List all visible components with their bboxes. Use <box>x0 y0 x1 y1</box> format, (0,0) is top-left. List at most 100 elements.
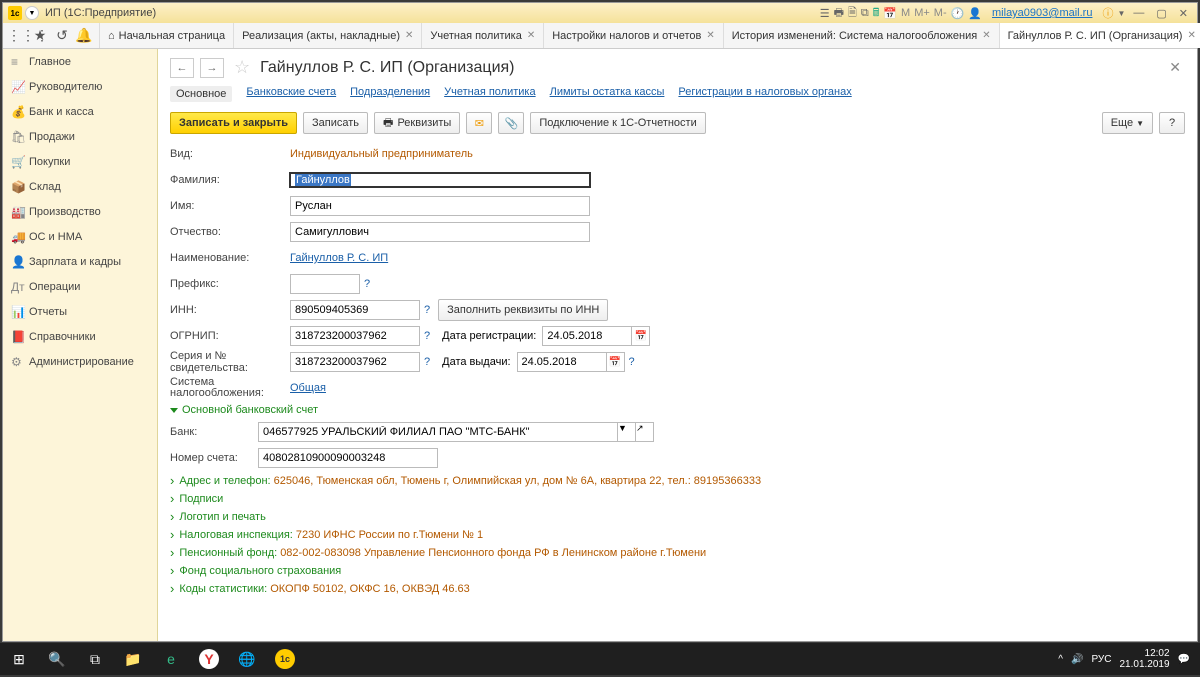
save-close-button[interactable]: Записать и закрыть <box>170 112 297 134</box>
subtab-policy[interactable]: Учетная политика <box>444 86 535 102</box>
close-icon[interactable]: ✕ <box>706 30 714 41</box>
search-icon[interactable]: 🔍 <box>38 643 76 675</box>
tab-uchet[interactable]: Учетная политика✕ <box>422 23 544 48</box>
requisites-button[interactable]: 🖶Реквизиты <box>374 112 460 134</box>
calendar-icon[interactable]: 📅 <box>883 7 897 20</box>
star-icon[interactable]: ★ <box>29 27 51 44</box>
subtab-main[interactable]: Основное <box>170 86 232 102</box>
tab-realizacia[interactable]: Реализация (акты, накладные)✕ <box>234 23 422 48</box>
compare-icon[interactable]: ⧉ <box>861 7 869 20</box>
nav-back-button[interactable]: ← <box>170 58 194 78</box>
1c-icon[interactable]: 1c <box>266 643 304 675</box>
section-nalog[interactable]: Налоговая инспекция:7230 ИФНС России по … <box>170 527 1185 542</box>
doc-icon[interactable]: 🗎 <box>848 4 857 23</box>
section-address[interactable]: Адрес и телефон:625046, Тюменская обл, Т… <box>170 473 1185 488</box>
section-pension[interactable]: Пенсионный фонд:082-002-083098 Управлени… <box>170 545 1185 560</box>
m-plus-icon[interactable]: M+ <box>914 7 930 19</box>
inn-input[interactable] <box>290 300 420 320</box>
mail-button[interactable]: ✉ <box>466 112 492 134</box>
app-menu-dropdown[interactable]: ▼ <box>25 6 39 20</box>
calc-icon[interactable]: 🖩 <box>873 4 880 23</box>
help-icon[interactable]: ? <box>364 278 370 290</box>
minimize-icon[interactable]: — <box>1129 7 1148 19</box>
sidebar-item-reports[interactable]: 📊Отчеты <box>3 299 157 324</box>
m-icon[interactable]: M <box>901 7 910 19</box>
sidebar-item-sklad[interactable]: 📦Склад <box>3 174 157 199</box>
section-fss[interactable]: Фонд социального страхования <box>170 563 1185 578</box>
sidebar-item-production[interactable]: 🏭Производство <box>3 199 157 224</box>
sidebar-item-operations[interactable]: ДтОперации <box>3 274 157 299</box>
help-icon[interactable]: ? <box>424 330 430 342</box>
yandex-icon[interactable]: Y <box>190 643 228 675</box>
close-icon[interactable]: ✕ <box>1175 7 1192 20</box>
tb-icon[interactable]: ☰ <box>820 7 830 20</box>
close-icon[interactable]: ✕ <box>405 30 413 41</box>
tray-clock[interactable]: 12:02 21.01.2019 <box>1119 648 1169 670</box>
help-button[interactable]: ? <box>1159 112 1185 134</box>
issuedate-input[interactable] <box>517 352 607 372</box>
nav-forward-button[interactable]: → <box>200 58 224 78</box>
open-icon[interactable]: ↗ <box>636 422 654 442</box>
m-minus-icon[interactable]: M- <box>934 7 947 19</box>
history-icon[interactable]: ↺ <box>51 27 73 44</box>
fill-by-inn-button[interactable]: Заполнить реквизиты по ИНН <box>438 299 608 321</box>
sidebar-item-refs[interactable]: 📕Справочники <box>3 324 157 349</box>
close-icon[interactable]: ✕ <box>527 30 535 41</box>
subtab-tax-reg[interactable]: Регистрации в налоговых органах <box>678 86 851 102</box>
section-sign[interactable]: Подписи <box>170 491 1185 506</box>
tray-lang[interactable]: РУС <box>1091 654 1111 665</box>
print-icon[interactable]: 🖶 <box>834 4 844 23</box>
sidebar-item-bank[interactable]: 💰Банк и касса <box>3 99 157 124</box>
subtab-bank[interactable]: Банковские счета <box>246 86 336 102</box>
edge-icon[interactable]: e <box>152 643 190 675</box>
clock-icon[interactable]: 🕐 <box>951 7 965 20</box>
tab-istoria[interactable]: История изменений: Система налогообложен… <box>724 23 1000 48</box>
user-link[interactable]: milaya0903@mail.ru <box>992 7 1092 19</box>
calendar-icon[interactable]: 📅 <box>632 326 650 346</box>
calendar-icon[interactable]: 📅 <box>607 352 625 372</box>
bank-input[interactable] <box>258 422 618 442</box>
dropdown-icon[interactable]: ▼ <box>618 422 636 442</box>
patronymic-input[interactable] <box>290 222 590 242</box>
help-icon[interactable]: ? <box>629 356 635 368</box>
regdate-input[interactable] <box>542 326 632 346</box>
name-input[interactable] <box>290 196 590 216</box>
chrome-icon[interactable]: 🌐 <box>228 643 266 675</box>
attach-button[interactable]: 📎 <box>498 112 524 134</box>
sidebar-item-main[interactable]: ≡Главное <box>3 49 157 74</box>
ogrnip-input[interactable] <box>290 326 420 346</box>
bank-section-header[interactable]: Основной банковский счет <box>170 404 1185 416</box>
close-icon[interactable]: ✕ <box>1187 30 1195 41</box>
user-icon[interactable]: 👤 <box>968 7 982 20</box>
tray-notif-icon[interactable]: 💬 <box>1178 654 1190 665</box>
tray-sound-icon[interactable]: 🔊 <box>1071 654 1083 665</box>
serial-input[interactable] <box>290 352 420 372</box>
tax-system-link[interactable]: Общая <box>290 382 326 394</box>
info-icon[interactable]: ⓘ <box>1102 5 1113 21</box>
sidebar-item-zarplata[interactable]: 👤Зарплата и кадры <box>3 249 157 274</box>
tab-gainullov[interactable]: Гайнуллов Р. С. ИП (Организация)✕ <box>1000 23 1200 48</box>
help-icon[interactable]: ? <box>424 304 430 316</box>
familia-input[interactable]: Гайнуллов <box>290 173 590 187</box>
maximize-icon[interactable]: ▢ <box>1152 7 1170 20</box>
sidebar-item-manager[interactable]: 📈Руководителю <box>3 74 157 99</box>
save-button[interactable]: Записать <box>303 112 368 134</box>
explorer-icon[interactable]: 📁 <box>114 643 152 675</box>
account-input[interactable] <box>258 448 438 468</box>
info-dd[interactable]: ▼ <box>1117 9 1125 18</box>
close-icon[interactable]: ✕ <box>982 30 990 41</box>
tab-nastroiki[interactable]: Настройки налогов и отчетов✕ <box>544 23 724 48</box>
tab-home[interactable]: ⌂Начальная страница <box>100 23 234 48</box>
sidebar-item-admin[interactable]: ⚙Администрирование <box>3 349 157 374</box>
start-button[interactable]: ⊞ <box>0 643 38 675</box>
more-button[interactable]: Еще ▼ <box>1102 112 1153 134</box>
tray-up-icon[interactable]: ^ <box>1058 654 1063 665</box>
sidebar-item-sales[interactable]: 🛍Продажи <box>3 124 157 149</box>
naimenovanie-link[interactable]: Гайнуллов Р. С. ИП <box>290 252 388 264</box>
connect-button[interactable]: Подключение к 1С-Отчетности <box>530 112 705 134</box>
apps-icon[interactable]: ⋮⋮⋮ <box>7 27 29 44</box>
sidebar-item-purchases[interactable]: 🛒Покупки <box>3 149 157 174</box>
section-stats[interactable]: Коды статистики:ОКОПФ 50102, ОКФС 16, ОК… <box>170 581 1185 596</box>
subtab-limits[interactable]: Лимиты остатка кассы <box>550 86 665 102</box>
subtab-divisions[interactable]: Подразделения <box>350 86 430 102</box>
